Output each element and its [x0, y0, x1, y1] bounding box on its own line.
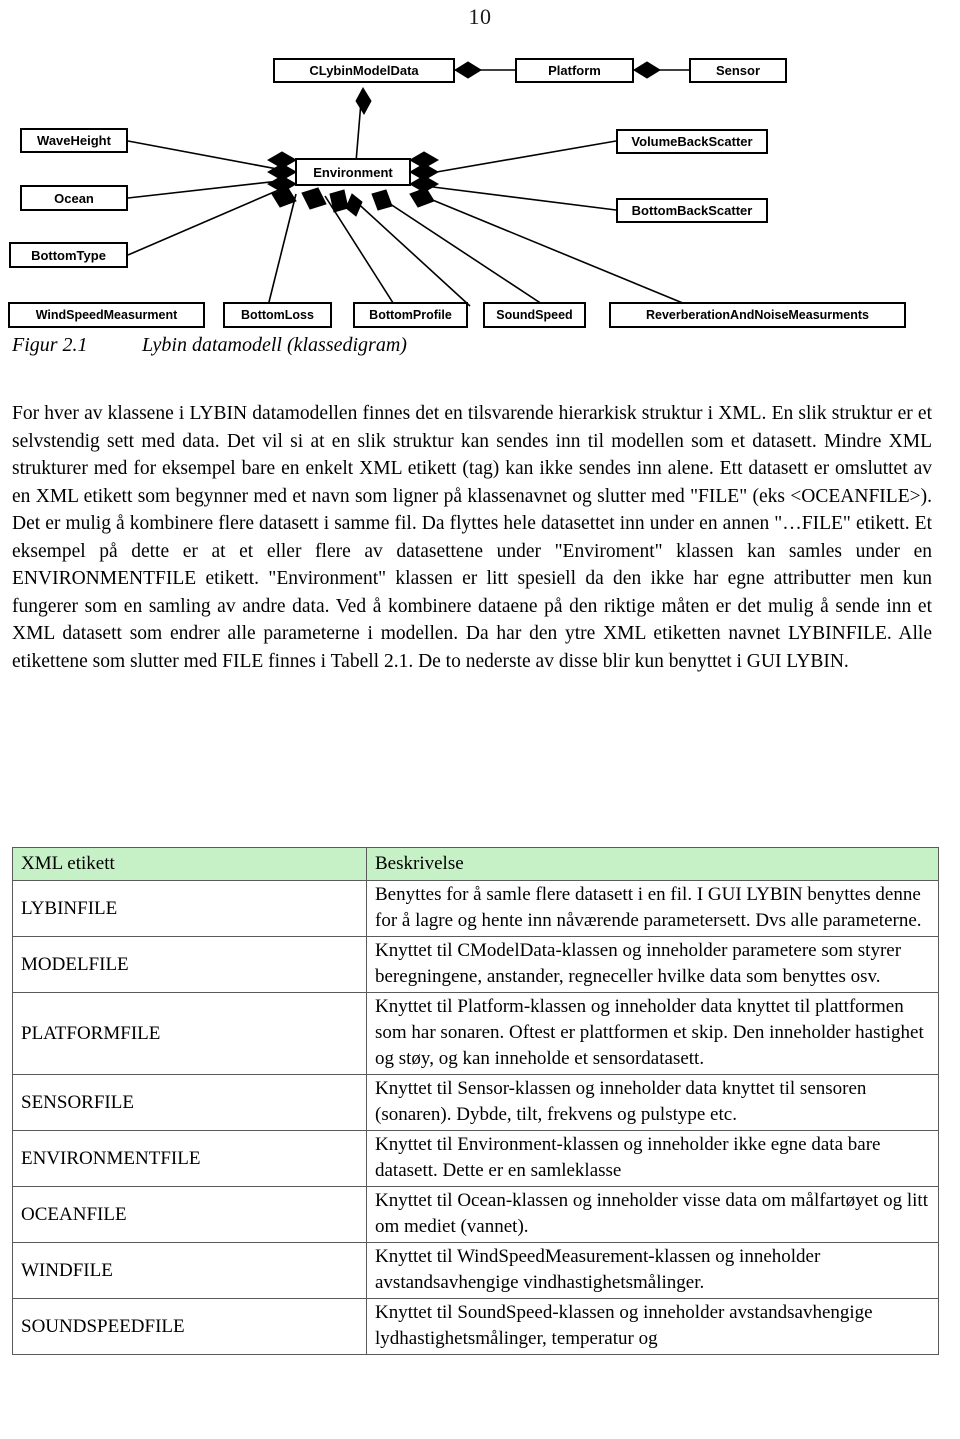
figure-label: Figur 2.1: [12, 334, 88, 356]
table-cell-tag: ENVIRONMENTFILE: [12, 1130, 367, 1187]
table-cell-description: Knyttet til SoundSpeed-klassen og inneho…: [366, 1298, 939, 1355]
figure-caption: Figur 2.1 Lybin datamodell (klassedigram): [12, 334, 712, 357]
class-box-ocean[interactable]: Ocean: [20, 185, 128, 211]
table-cell-description: Knyttet til CModelData-klassen og inneho…: [366, 936, 939, 993]
class-box-windspeedmeasurment[interactable]: WindSpeedMeasurment: [8, 302, 205, 328]
table-cell-description: Knyttet til WindSpeedMeasurement-klassen…: [366, 1242, 939, 1299]
class-box-bottomprofile[interactable]: BottomProfile: [353, 302, 468, 328]
class-box-label: BottomProfile: [369, 307, 452, 322]
class-box-volumebackscatter[interactable]: VolumeBackScatter: [616, 129, 768, 154]
table-cell-description: Knyttet til Platform-klassen og innehold…: [366, 992, 939, 1075]
class-box-waveheight[interactable]: WaveHeight: [20, 128, 128, 153]
class-box-bottombackscatter[interactable]: BottomBackScatter: [616, 198, 768, 223]
class-box-soundspeed[interactable]: SoundSpeed: [483, 302, 586, 328]
class-box-label: BottomBackScatter: [631, 203, 753, 218]
table-row: ENVIRONMENTFILE Knyttet til Environment-…: [12, 1130, 939, 1187]
class-box-label: BottomLoss: [241, 307, 314, 322]
class-box-label: Sensor: [715, 63, 761, 78]
class-box-bottomloss[interactable]: BottomLoss: [223, 302, 332, 328]
table-cell-description: Knyttet til Ocean-klassen og inneholder …: [366, 1186, 939, 1243]
class-box-environment[interactable]: Environment: [295, 158, 411, 186]
class-box-label: Platform: [548, 63, 601, 78]
table-cell-tag: PLATFORMFILE: [12, 992, 367, 1075]
table-header-xml-etikett: XML etikett: [12, 847, 367, 881]
class-box-label: Ocean: [54, 190, 94, 206]
table-cell-tag: SOUNDSPEEDFILE: [12, 1298, 367, 1355]
xml-tag-table: XML etikett Beskrivelse LYBINFILE Benytt…: [12, 847, 939, 1355]
table-row: SENSORFILE Knyttet til Sensor-klassen og…: [12, 1074, 939, 1131]
table-cell-tag: OCEANFILE: [12, 1186, 367, 1243]
class-box-label: CLybinModelData: [309, 63, 419, 78]
class-box-label: ReverberationAndNoiseMeasurments: [646, 307, 869, 322]
table-cell-tag: LYBINFILE: [12, 880, 367, 937]
figure-title: Lybin datamodell (klassedigram): [142, 334, 407, 356]
table-row: PLATFORMFILE Knyttet til Platform-klasse…: [12, 992, 939, 1075]
table-cell-description: Knyttet til Environment-klassen og inneh…: [366, 1130, 939, 1187]
class-box-clybinmodeldata[interactable]: CLybinModelData: [273, 58, 455, 83]
class-box-sensor[interactable]: Sensor: [689, 58, 787, 83]
table-row: WINDFILE Knyttet til WindSpeedMeasuremen…: [12, 1242, 939, 1299]
page-number: 10: [468, 4, 492, 29]
class-box-bottomtype[interactable]: BottomType: [9, 242, 128, 268]
class-box-reverberationandnoisemeasurments[interactable]: ReverberationAndNoiseMeasurments: [609, 302, 906, 328]
table-cell-tag: MODELFILE: [12, 936, 367, 993]
table-header-row: XML etikett Beskrivelse: [12, 847, 939, 881]
class-diagram: CLybinModelData Platform Sensor WaveHeig…: [0, 44, 960, 330]
class-box-label: WindSpeedMeasurment: [35, 307, 178, 322]
table-row: MODELFILE Knyttet til CModelData-klassen…: [12, 936, 939, 993]
table-cell-description: Knyttet til Sensor-klassen og inneholder…: [366, 1074, 939, 1131]
table-cell-tag: SENSORFILE: [12, 1074, 367, 1131]
diagram-connectors: [127, 61, 691, 307]
table-row: LYBINFILE Benyttes for å samle flere dat…: [12, 880, 939, 937]
class-box-label: Environment: [313, 164, 393, 180]
class-box-platform[interactable]: Platform: [515, 58, 634, 83]
table-body: LYBINFILE Benyttes for å samle flere dat…: [12, 880, 939, 1355]
table-row: OCEANFILE Knyttet til Ocean-klassen og i…: [12, 1186, 939, 1243]
class-box-label: SoundSpeed: [496, 307, 573, 322]
body-paragraph: For hver av klassene i LYBIN datamodelle…: [12, 403, 932, 672]
table-row: SOUNDSPEEDFILE Knyttet til SoundSpeed-kl…: [12, 1298, 939, 1355]
table-cell-tag: WINDFILE: [12, 1242, 367, 1299]
table-header-beskrivelse: Beskrivelse: [366, 847, 939, 881]
table-cell-description: Benyttes for å samle flere datasett i en…: [366, 880, 939, 937]
class-box-label: BottomType: [31, 247, 106, 263]
class-box-label: WaveHeight: [37, 133, 111, 148]
class-box-label: VolumeBackScatter: [631, 134, 753, 149]
